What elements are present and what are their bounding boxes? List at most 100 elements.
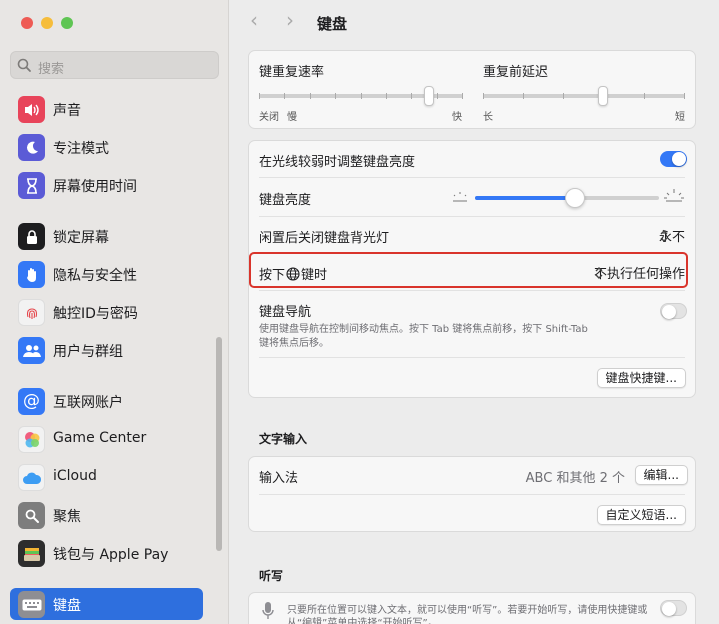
- sidebar-item-screen-time[interactable]: 屏幕使用时间: [10, 169, 203, 201]
- magnifier-icon: [17, 58, 31, 72]
- sidebar-item-label: 钱包与 Apple Pay: [53, 547, 169, 563]
- forward-button[interactable]: ›: [286, 8, 294, 32]
- key-repeat-rate-slider[interactable]: [259, 85, 463, 107]
- sidebar-item-touch-id[interactable]: 触控ID与密码: [10, 296, 203, 328]
- globe-key-highlight: [249, 252, 688, 288]
- keyboard-navigation-desc-line2: 键将焦点后移。: [259, 338, 329, 349]
- input-sources-row: 输入法 ABC 和其他 2 个 编辑...: [249, 457, 697, 493]
- game-center-icon: [18, 426, 45, 453]
- sidebar-item-wallet[interactable]: 钱包与 Apple Pay: [10, 537, 203, 569]
- close-window-button[interactable]: [21, 17, 33, 29]
- brightness-low-icon: [453, 192, 467, 202]
- sidebar-scrollbar[interactable]: [216, 337, 222, 551]
- divider: [259, 494, 685, 495]
- main-pane: ‹ › 键盘 键重复速率 重复前延迟 关闭 慢 快 长 短 在光线较弱时调整键盘…: [230, 0, 719, 624]
- at-icon: @: [18, 388, 45, 415]
- slider-thumb[interactable]: [598, 86, 608, 106]
- keyboard-brightness-slider[interactable]: [475, 188, 659, 208]
- spotlight-icon: [18, 502, 45, 529]
- speaker-icon: [18, 96, 45, 123]
- dictation-heading: 听写: [259, 569, 284, 583]
- text-input-card: 输入法 ABC 和其他 2 个 编辑... 自定义短语...: [248, 456, 696, 532]
- text-replacements-button[interactable]: 自定义短语...: [596, 505, 686, 525]
- backlight-off-popup[interactable]: 永不: [659, 226, 685, 245]
- rate-off-label: 关闭: [259, 112, 279, 123]
- divider: [259, 357, 685, 358]
- sidebar-item-icloud[interactable]: iCloud: [10, 461, 203, 493]
- sidebar-item-label: 隐私与安全性: [53, 268, 137, 284]
- adjust-brightness-label: 在光线较弱时调整键盘亮度: [259, 155, 416, 170]
- keyboard-navigation-desc-line1: 使用键盘导航在控制间移动焦点。按下 Tab 键将焦点前移，按下 Shift-Ta…: [259, 324, 588, 335]
- sidebar-item-users[interactable]: 用户与群组: [10, 334, 203, 366]
- dictation-desc-line2: 从“编辑”菜单中选择“开始听写”。: [287, 618, 438, 624]
- keyboard-brightness-row: 键盘亮度: [249, 178, 697, 216]
- minimize-window-button[interactable]: [41, 17, 53, 29]
- hand-icon: [18, 261, 45, 288]
- sidebar-item-label: Game Center: [53, 430, 147, 446]
- sidebar-item-privacy[interactable]: 隐私与安全性: [10, 258, 203, 290]
- adjust-brightness-toggle[interactable]: [660, 151, 687, 167]
- keyboard-navigation-row: 键盘导航 使用键盘导航在控制间移动焦点。按下 Tab 键将焦点前移，按下 Shi…: [249, 291, 697, 357]
- sidebar-item-label: 屏幕使用时间: [53, 179, 137, 195]
- rate-slow-label: 慢: [287, 112, 297, 123]
- cloud-icon: [18, 464, 45, 491]
- sidebar-item-keyboard[interactable]: 键盘: [10, 588, 203, 620]
- keyboard-navigation-label: 键盘导航: [259, 305, 312, 320]
- hourglass-icon: [18, 172, 45, 199]
- input-sources-value: ABC 和其他 2 个: [525, 471, 625, 486]
- input-sources-label: 输入法: [259, 471, 299, 486]
- wallet-icon: [18, 540, 45, 567]
- page-title: 键盘: [317, 15, 348, 33]
- slider-thumb[interactable]: [424, 86, 434, 106]
- sidebar-item-label: 聚焦: [53, 509, 81, 525]
- maximize-window-button[interactable]: [61, 17, 73, 29]
- edit-input-sources-button[interactable]: 编辑...: [634, 465, 688, 485]
- keyboard-shortcuts-button[interactable]: 键盘快捷键...: [596, 368, 686, 388]
- moon-icon: [18, 134, 45, 161]
- dictation-card: 只要所在位置可以键入文本，就可以使用“听写”。若要开始听写，请使用快捷键或 从“…: [248, 592, 696, 624]
- microphone-icon: [262, 602, 274, 619]
- sidebar-item-label: 锁定屏幕: [53, 230, 109, 246]
- sidebar-item-label: 互联网账户: [53, 395, 123, 411]
- back-button[interactable]: ‹: [250, 8, 258, 32]
- sidebar: 搜索 声音 专注模式 屏幕使用时间 锁定屏幕 隐私与安全性 触控ID与密码 用户…: [0, 0, 229, 624]
- delay-until-repeat-slider[interactable]: [483, 85, 685, 107]
- key-repeat-card: 键重复速率 重复前延迟 关闭 慢 快 长 短: [248, 50, 696, 129]
- sidebar-item-label: iCloud: [53, 468, 97, 484]
- key-repeat-rate-label: 键重复速率: [259, 65, 325, 80]
- fingerprint-icon: [18, 299, 45, 326]
- dictation-toggle[interactable]: [660, 600, 687, 616]
- slider-ticks: [483, 93, 685, 99]
- sidebar-item-label: 用户与群组: [53, 344, 123, 360]
- delay-until-repeat-label: 重复前延迟: [483, 65, 549, 80]
- sidebar-item-label: 声音: [53, 103, 81, 119]
- at-glyph: @: [23, 391, 40, 411]
- sidebar-item-internet-accounts[interactable]: @ 互联网账户: [10, 385, 203, 417]
- slider-fill: [475, 196, 575, 200]
- delay-short-label: 短: [675, 112, 685, 123]
- sidebar-item-spotlight[interactable]: 聚焦: [10, 499, 203, 531]
- adjust-brightness-row: 在光线较弱时调整键盘亮度: [249, 141, 697, 177]
- sidebar-item-label: 触控ID与密码: [53, 306, 138, 322]
- keyboard-navigation-toggle[interactable]: [660, 303, 687, 319]
- chevron-up-down-icon: [660, 229, 668, 242]
- rate-fast-label: 快: [452, 112, 462, 123]
- lock-icon: [18, 223, 45, 250]
- keyboard-brightness-label: 键盘亮度: [259, 193, 312, 208]
- history-nav: ‹ ›: [250, 8, 320, 34]
- search-field[interactable]: 搜索: [10, 51, 219, 79]
- sidebar-item-label: 键盘: [53, 598, 81, 614]
- users-icon: [18, 337, 45, 364]
- brightness-high-icon: [664, 189, 684, 202]
- slider-knob[interactable]: [565, 188, 585, 208]
- text-input-heading: 文字输入: [259, 432, 308, 446]
- backlight-off-row: 闲置后关闭键盘背光灯 永不: [249, 217, 697, 253]
- sidebar-item-sound[interactable]: 声音: [10, 93, 203, 125]
- sidebar-item-game-center[interactable]: Game Center: [10, 423, 203, 455]
- sidebar-item-lock-screen[interactable]: 锁定屏幕: [10, 220, 203, 252]
- delay-long-label: 长: [483, 112, 493, 123]
- keyboard-icon: [18, 591, 45, 618]
- backlight-off-label: 闲置后关闭键盘背光灯: [259, 231, 390, 246]
- search-placeholder: 搜索: [38, 62, 65, 77]
- sidebar-item-focus[interactable]: 专注模式: [10, 131, 203, 163]
